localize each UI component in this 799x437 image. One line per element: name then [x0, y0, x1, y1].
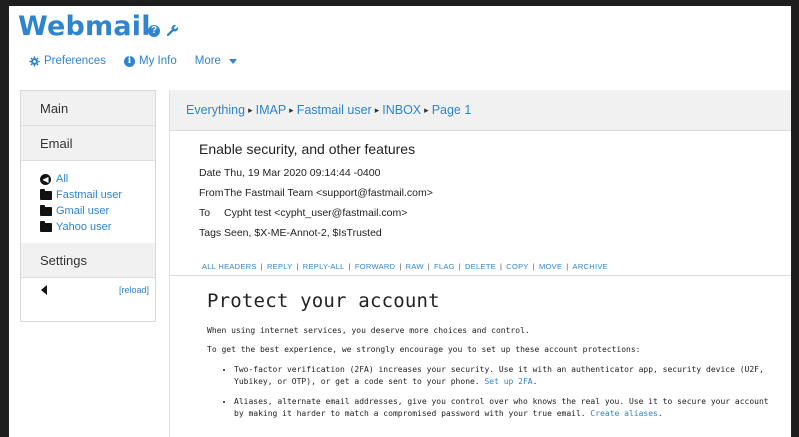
- breadcrumb-account[interactable]: Fastmail user: [297, 103, 372, 117]
- message-view: Everything ▸ IMAP ▸ Fastmail user ▸ INBO…: [169, 90, 791, 437]
- folder-icon: [40, 220, 52, 232]
- preferences-link[interactable]: Preferences: [29, 55, 106, 67]
- list-item: Two-factor verification (2FA) increases …: [234, 364, 782, 388]
- header-value: Thu, 19 Mar 2020 09:14:44 -0400: [224, 167, 381, 179]
- breadcrumb-separator: ▸: [424, 104, 429, 115]
- message-subject: Enable security, and other features: [199, 141, 416, 157]
- sidebar-settings[interactable]: Settings: [21, 243, 155, 278]
- help-icon[interactable]: ?: [148, 24, 160, 37]
- archive-link[interactable]: ARCHIVE: [573, 262, 608, 271]
- my-info-link[interactable]: i My Info: [124, 55, 177, 67]
- sidebar-footer: [reload]: [21, 278, 155, 302]
- collapse-sidebar-icon[interactable]: [41, 285, 47, 295]
- folder-label: Gmail user: [56, 205, 110, 217]
- wrench-icon[interactable]: [166, 24, 179, 37]
- folder-icon: [40, 188, 52, 200]
- create-aliases-link[interactable]: Create aliases: [590, 409, 657, 418]
- info-icon: i: [124, 55, 136, 67]
- body-paragraph: To get the best experience, we strongly …: [207, 345, 641, 354]
- breadcrumb-imap[interactable]: IMAP: [256, 103, 287, 117]
- folder-list: ◀ All Fastmail user Gmail user Yahoo use…: [21, 161, 155, 243]
- breadcrumb-separator: ▸: [248, 104, 253, 115]
- top-nav: Preferences i My Info More: [29, 55, 255, 67]
- sidebar: Main Email ◀ All Fastmail user Gmail use…: [20, 90, 156, 322]
- body-paragraph: When using internet services, you deserv…: [207, 326, 530, 335]
- header-key: From: [199, 187, 224, 199]
- protection-list: Two-factor verification (2FA) increases …: [207, 364, 782, 420]
- message-body: Protect your account When using internet…: [207, 290, 782, 428]
- folder-label: All: [56, 173, 69, 185]
- webmail-window: Webmail ? Preferences i My Info More Mai…: [9, 6, 791, 437]
- reply-link[interactable]: REPLY: [267, 262, 293, 271]
- my-info-label: My Info: [139, 55, 177, 67]
- flag-link[interactable]: FLAG: [434, 262, 455, 271]
- message-headers: Enable security, and other features Date…: [170, 131, 791, 243]
- breadcrumb-separator: ▸: [289, 104, 294, 115]
- header-row-from: From The Fastmail Team <support@fastmail…: [199, 183, 791, 203]
- header-row-date: Date Thu, 19 Mar 2020 09:14:44 -0400: [199, 163, 791, 183]
- folder-gmail-user[interactable]: Gmail user: [40, 203, 155, 219]
- breadcrumb-page[interactable]: Page 1: [432, 103, 472, 117]
- divider: [170, 275, 791, 276]
- header-row-to: To Cypht test <cypht_user@fastmail.com>: [199, 203, 791, 223]
- header-value: Seen, $X-ME-Annot-2, $IsTrusted: [224, 227, 382, 239]
- header-key: To: [199, 207, 211, 219]
- raw-link[interactable]: RAW: [406, 262, 424, 271]
- folder-all[interactable]: ◀ All: [40, 171, 155, 187]
- breadcrumb-separator: ▸: [374, 104, 380, 115]
- move-link[interactable]: MOVE: [539, 262, 562, 271]
- header-key: Tags: [199, 227, 222, 239]
- gear-icon: [29, 55, 40, 67]
- header-row-tags: Tags Seen, $X-ME-Annot-2, $IsTrusted: [199, 223, 791, 243]
- header-value: The Fastmail Team <support@fastmail.com>: [224, 187, 433, 199]
- sidebar-email[interactable]: Email: [21, 126, 155, 161]
- all-headers-link[interactable]: ALL HEADERS: [202, 262, 257, 271]
- breadcrumb-inbox[interactable]: INBOX: [382, 103, 421, 117]
- folder-label: Yahoo user: [56, 221, 112, 233]
- setup-2fa-link[interactable]: Set up 2FA: [484, 377, 532, 386]
- folder-icon: [40, 204, 52, 216]
- folder-label: Fastmail user: [56, 189, 123, 201]
- body-heading: Protect your account: [207, 290, 440, 312]
- header-key: Date: [199, 167, 222, 179]
- more-label: More: [194, 55, 221, 67]
- copy-link[interactable]: COPY: [506, 262, 528, 271]
- sidebar-main[interactable]: Main: [21, 91, 155, 126]
- reload-link[interactable]: [reload]: [119, 285, 149, 295]
- folder-yahoo-user[interactable]: Yahoo user: [40, 219, 155, 235]
- delete-link[interactable]: DELETE: [465, 262, 496, 271]
- preferences-label: Preferences: [44, 55, 107, 67]
- header-value: Cypht test <cypht_user@fastmail.com>: [224, 207, 408, 219]
- reply-all-link[interactable]: REPLY-ALL: [303, 262, 345, 271]
- forward-link[interactable]: FORWARD: [355, 262, 395, 271]
- more-menu[interactable]: More: [195, 55, 237, 67]
- list-item: Aliases, alternate email addresses, give…: [234, 396, 782, 420]
- folder-fastmail-user[interactable]: Fastmail user: [40, 187, 155, 203]
- all-mail-icon: ◀: [40, 173, 51, 185]
- breadcrumb: Everything ▸ IMAP ▸ Fastmail user ▸ INBO…: [170, 90, 791, 131]
- app-title: Webmail: [18, 11, 151, 42]
- breadcrumb-everything[interactable]: Everything: [186, 103, 245, 117]
- caret-down-icon: [228, 58, 237, 64]
- message-actions: ALL HEADERS | REPLY | REPLY-ALL | FORWARD | …: [202, 262, 608, 271]
